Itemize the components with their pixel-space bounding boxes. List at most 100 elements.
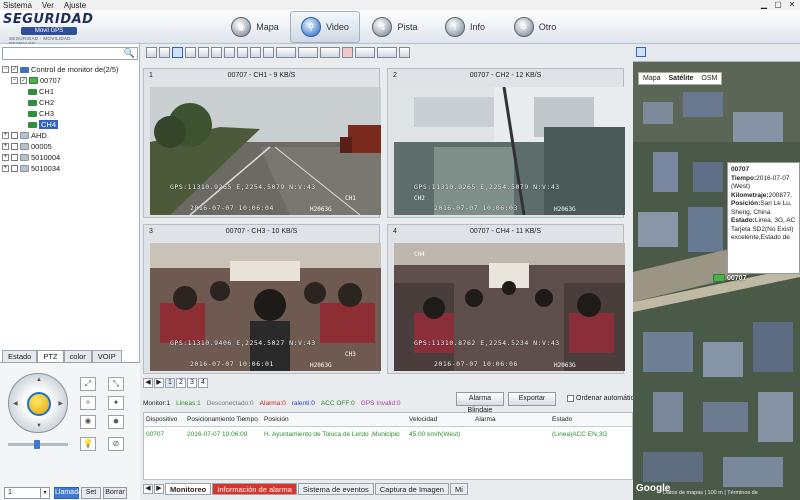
page-2[interactable]: 2	[176, 378, 186, 388]
ordenar-toggle[interactable]: Ordenar automática	[567, 395, 638, 402]
page-3[interactable]: 3	[187, 378, 197, 388]
video-cell-2[interactable]: 2 00707 - CH2 - 12 KB/S GPS:11310.9265 E…	[387, 68, 625, 218]
tree-group[interactable]: + 5010034	[2, 163, 138, 174]
tree-channel[interactable]: CH3	[2, 108, 138, 119]
layout-2-icon[interactable]	[159, 47, 170, 58]
nav-tab-video[interactable]: ⚲ Video	[290, 11, 360, 43]
arrow-up-icon[interactable]: ▲	[36, 377, 42, 383]
nav-tab-info[interactable]: i Info	[430, 11, 500, 43]
expand-icon[interactable]: +	[2, 143, 9, 150]
focus-near-icon[interactable]: ✧	[80, 396, 96, 410]
nav-tab-mapa[interactable]: ◉ Mapa	[220, 11, 290, 43]
ptz-center-icon[interactable]	[27, 392, 51, 416]
expand-icon[interactable]: +	[2, 132, 9, 139]
video-cell-3[interactable]: 3 00707 - CH3 - 10 KB/S GPS:11310.9406 E…	[143, 224, 381, 374]
stream-select-icon[interactable]	[276, 47, 296, 58]
alarma-blindaje-button[interactable]: Alarma Blindaje	[456, 392, 504, 414]
zoom-in-icon[interactable]: ⤢	[80, 377, 96, 391]
tab-estado[interactable]: Estado	[2, 350, 38, 362]
slider-knob[interactable]	[34, 440, 40, 449]
snapshot-icon[interactable]	[320, 47, 340, 58]
page-4[interactable]: 4	[198, 378, 208, 388]
tab-informacion-alarma[interactable]: Información de alarma	[212, 482, 297, 495]
nav-tab-pista[interactable]: ↯ Pista	[360, 11, 430, 43]
chevron-down-icon[interactable]: ▾	[40, 488, 49, 498]
expand-icon[interactable]	[399, 47, 410, 58]
layout-13-icon[interactable]	[237, 47, 248, 58]
tab-sistema-eventos[interactable]: Sistema de eventos	[297, 482, 374, 495]
collapse-icon[interactable]: −	[2, 66, 9, 73]
menu-ver[interactable]: Ver	[42, 1, 54, 10]
video-cell-1[interactable]: 1 00707 - CH1 - 9 KB/S GPS:11310.9265 E,…	[143, 68, 381, 218]
tree-channel[interactable]: CH1	[2, 86, 138, 97]
tree-group[interactable]: + 00005	[2, 141, 138, 152]
exportar-button[interactable]: Exportar	[508, 392, 556, 406]
layout-10-icon[interactable]	[224, 47, 235, 58]
video-screen[interactable]: GPS:11310.9406 E,2254.5027 N:V:43 2016-0…	[150, 243, 381, 371]
fullscreen-icon[interactable]	[263, 47, 274, 58]
map-type-satelite[interactable]: Satélite	[665, 73, 698, 84]
record-select-icon[interactable]	[298, 47, 318, 58]
ptz-joystick[interactable]: ▲ ▼ ◀ ▶	[8, 373, 68, 433]
ptz-speed-slider[interactable]	[8, 440, 68, 449]
mute-icon[interactable]	[342, 47, 353, 58]
tree-checkbox[interactable]	[11, 143, 18, 150]
iris-close-icon[interactable]: ✹	[108, 415, 124, 429]
layout-9-icon[interactable]	[211, 47, 222, 58]
prev-tab-icon[interactable]: ◀	[143, 483, 153, 494]
vehicle-marker[interactable]: 00707	[713, 274, 746, 282]
expand-icon[interactable]: +	[2, 154, 9, 161]
borrar-button[interactable]: Borrar	[103, 487, 127, 499]
map-type-osm[interactable]: OSM	[697, 73, 721, 84]
preset-select[interactable]: 1 ▾	[4, 487, 50, 499]
tree-channel[interactable]: CH2	[2, 97, 138, 108]
collapse-icon[interactable]: −	[11, 77, 18, 84]
layout-16-icon[interactable]	[250, 47, 261, 58]
stop-icon[interactable]	[377, 47, 397, 58]
layout-4-icon[interactable]	[172, 47, 183, 58]
arrow-left-icon[interactable]: ◀	[13, 400, 18, 407]
minimize-icon[interactable]: ▁	[759, 0, 769, 9]
tab-color[interactable]: color	[63, 350, 92, 362]
video-screen[interactable]: GPS:11310.9265 E,2254.5079 N:V:43 2016-0…	[394, 87, 625, 215]
wiper-icon[interactable]: ⊘	[108, 437, 124, 451]
tree-checkbox[interactable]	[11, 132, 18, 139]
zoom-out-icon[interactable]: ⤡	[108, 377, 124, 391]
tree-checkbox[interactable]: ✓	[20, 77, 27, 84]
tree-checkbox[interactable]: ✓	[11, 66, 18, 73]
tab-captura-imagen[interactable]: Captura de Imagen	[374, 482, 449, 495]
page-1[interactable]: 1	[165, 378, 175, 388]
map-type-mapa[interactable]: Mapa	[639, 73, 665, 84]
tree-vehicle[interactable]: − ✓ 00707	[2, 75, 138, 86]
tree-checkbox[interactable]	[11, 154, 18, 161]
expand-icon[interactable]: +	[2, 165, 9, 172]
play-icon[interactable]	[355, 47, 375, 58]
maximize-icon[interactable]: ▢	[773, 0, 783, 9]
set-button[interactable]: Set	[81, 487, 101, 499]
table-row[interactable]: 00707 2016-07-07 10:06:09 H. Ayuntamient…	[144, 427, 632, 441]
layout-8-icon[interactable]	[198, 47, 209, 58]
tree-group[interactable]: + 5010004	[2, 152, 138, 163]
next-tab-icon[interactable]: ▶	[154, 483, 164, 494]
nav-tab-otro[interactable]: ✲ Otro	[500, 11, 570, 43]
focus-far-icon[interactable]: ✦	[108, 396, 124, 410]
tree-checkbox[interactable]	[11, 165, 18, 172]
map-window-icon[interactable]	[636, 47, 646, 57]
iris-open-icon[interactable]: ✺	[80, 415, 96, 429]
layout-1-icon[interactable]	[146, 47, 157, 58]
tree-group[interactable]: + AHD.	[2, 130, 138, 141]
search-icon[interactable]: 🔍	[124, 48, 135, 59]
tab-ptz[interactable]: PTZ	[37, 350, 64, 362]
next-page-icon[interactable]: ▶	[154, 378, 164, 388]
tree-root[interactable]: − ✓ Control de monitor de(2/5)	[2, 64, 138, 75]
prev-page-icon[interactable]: ◀	[143, 378, 153, 388]
layout-6-icon[interactable]	[185, 47, 196, 58]
llamada-button[interactable]: Llamada	[54, 487, 82, 499]
tab-voip[interactable]: VOIP	[91, 350, 122, 362]
video-screen[interactable]: GPS:11310.8762 E,2254.5234 N:V:43 2016-0…	[394, 243, 625, 371]
video-cell-4[interactable]: 4 00707 - CH4 - 11 KB/S GPS:11310.8762 E…	[387, 224, 625, 374]
menu-sistema[interactable]: Sistema	[3, 1, 32, 10]
tab-mi[interactable]: Mi	[449, 482, 468, 495]
device-search-input[interactable]: 🔍	[2, 47, 138, 60]
ordenar-checkbox[interactable]	[567, 395, 574, 402]
